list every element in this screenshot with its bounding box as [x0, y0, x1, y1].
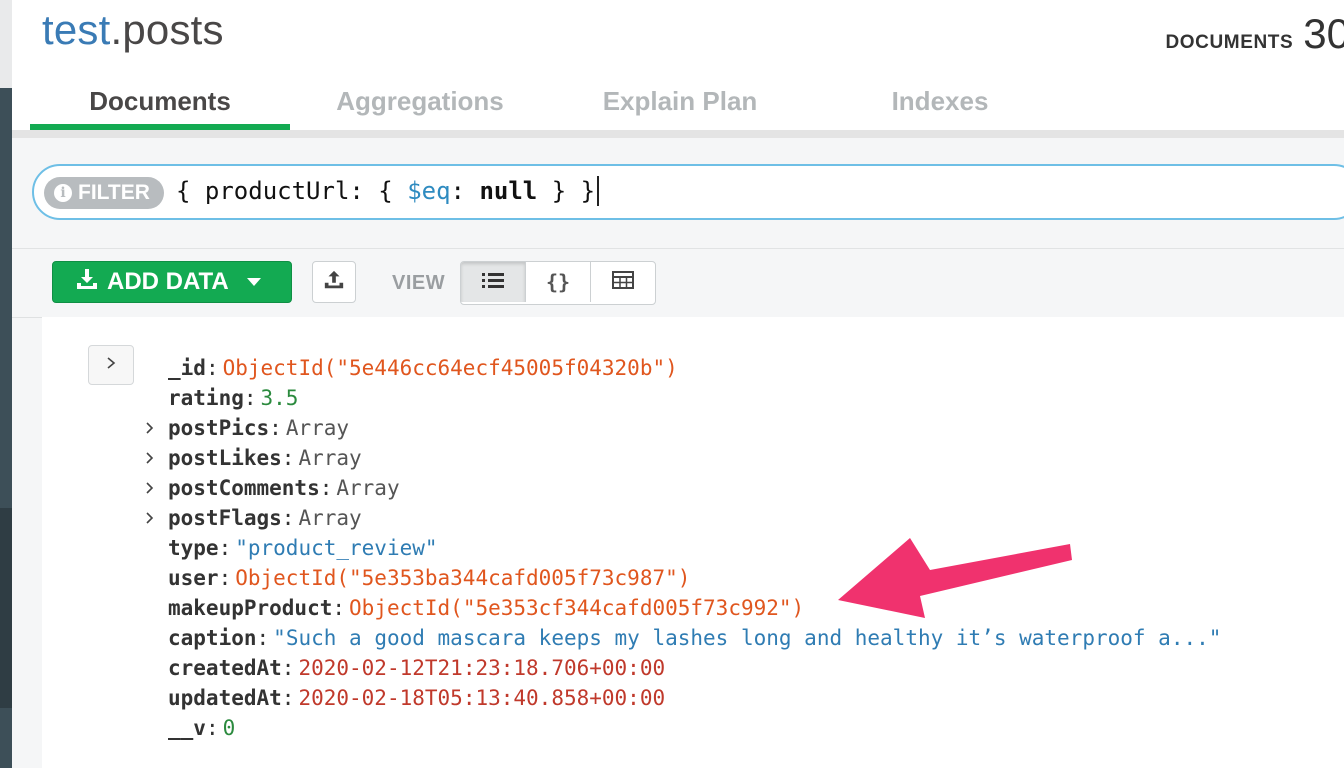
- field-value: ObjectId("5e353ba344cafd005f73c987"): [235, 566, 691, 590]
- download-icon: [75, 267, 99, 298]
- info-icon: i: [54, 184, 72, 202]
- tabs-divider: [12, 130, 1344, 138]
- sidebar-segment: [0, 508, 12, 708]
- list-icon: [481, 270, 505, 295]
- field-separator: :: [218, 536, 232, 560]
- sidebar-segment: [0, 708, 12, 768]
- field-separator: :: [218, 566, 232, 590]
- filter-query-colon: :: [450, 177, 480, 205]
- field-value: Array: [336, 476, 400, 500]
- table-icon: [612, 270, 634, 294]
- field-value: 2020-02-18T05:13:40.858+00:00: [298, 686, 666, 710]
- document-count: DOCUMENTS 30: [1165, 10, 1344, 58]
- sidebar-segment: [0, 88, 12, 508]
- upload-icon: [323, 269, 345, 296]
- documents-count-value: 30: [1303, 10, 1344, 57]
- expand-field-chevron-icon[interactable]: [142, 443, 158, 473]
- document-field: updatedAt: 2020-02-18T05:13:40.858+00:00: [168, 683, 1221, 713]
- expand-field-chevron-icon[interactable]: [142, 413, 158, 443]
- field-key: rating: [168, 386, 244, 410]
- filter-query-open: { productUrl: {: [176, 177, 408, 205]
- collection-name: .posts: [110, 6, 224, 53]
- field-value: ObjectId("5e446cc64ecf45005f04320b"): [222, 356, 678, 380]
- document-field: postPics: Array: [146, 413, 1221, 443]
- annotation-arrow-icon: [838, 538, 1072, 618]
- filter-query-value: null: [479, 177, 538, 205]
- add-data-label: ADD DATA: [107, 268, 229, 295]
- field-value: "product_review": [235, 536, 438, 560]
- field-key: makeupProduct: [168, 596, 333, 620]
- filter-input[interactable]: i FILTER { productUrl: { $eq: null } }: [32, 164, 1344, 220]
- field-value: Array: [285, 416, 350, 440]
- list-view-button[interactable]: [461, 262, 526, 302]
- field-key: createdAt: [168, 656, 282, 680]
- document-field: postLikes: Array: [146, 443, 1221, 473]
- expand-field-chevron-icon[interactable]: [142, 473, 158, 503]
- document-field: rating: 3.5: [168, 383, 1221, 413]
- chevron-right-icon: [105, 356, 117, 375]
- json-icon: {}: [545, 270, 571, 294]
- filter-query-close: } }: [537, 177, 596, 205]
- left-sidebar-strip: [0, 0, 12, 768]
- table-view-button[interactable]: [591, 262, 655, 302]
- field-separator: :: [269, 416, 282, 440]
- field-separator: :: [281, 506, 295, 530]
- expand-field-chevron-icon[interactable]: [142, 503, 158, 533]
- database-name[interactable]: test: [42, 6, 111, 53]
- document-field: __v: 0: [168, 713, 1221, 743]
- field-separator: :: [243, 386, 257, 410]
- view-label: VIEW: [392, 272, 446, 294]
- document-field: _id: ObjectId("5e446cc64ecf45005f04320b"): [168, 353, 1221, 383]
- field-separator: :: [281, 446, 295, 470]
- field-key: __v: [168, 716, 206, 740]
- filter-query-text[interactable]: { productUrl: { $eq: null } }: [176, 176, 600, 206]
- view-mode-toggle: {}: [460, 261, 656, 305]
- documents-toolbar: ADD DATA VIEW {}: [12, 248, 1344, 318]
- field-separator: :: [256, 626, 270, 650]
- field-value: Array: [298, 446, 362, 470]
- field-key: postLikes: [168, 446, 282, 470]
- chevron-down-icon: [246, 278, 261, 286]
- field-key: updatedAt: [168, 686, 282, 710]
- filter-badge-label: FILTER: [78, 181, 150, 204]
- document-list: _id: ObjectId("5e446cc64ecf45005f04320b")…: [42, 317, 1344, 768]
- expand-document-button[interactable]: [88, 345, 134, 385]
- field-key: type: [168, 536, 219, 560]
- field-value: 0: [222, 716, 236, 740]
- filter-badge[interactable]: i FILTER: [44, 177, 164, 209]
- field-key: _id: [168, 356, 206, 380]
- field-separator: :: [319, 476, 333, 500]
- export-button[interactable]: [312, 261, 356, 303]
- field-key: caption: [168, 626, 257, 650]
- json-view-button[interactable]: {}: [526, 262, 591, 302]
- field-value: 3.5: [260, 386, 299, 410]
- field-value: ObjectId("5e353cf344cafd005f73c992"): [349, 596, 805, 620]
- field-value: 2020-02-12T21:23:18.706+00:00: [298, 656, 666, 680]
- field-key: postComments: [168, 476, 320, 500]
- field-key: postPics: [168, 416, 270, 440]
- documents-count-label: DOCUMENTS: [1165, 32, 1294, 53]
- field-separator: :: [205, 716, 219, 740]
- field-separator: :: [281, 656, 295, 680]
- namespace-title: test.posts: [42, 6, 224, 54]
- document-field: postFlags: Array: [146, 503, 1221, 533]
- field-value: Array: [298, 506, 362, 530]
- field-key: postFlags: [168, 506, 282, 530]
- query-bar: i FILTER { productUrl: { $eq: null } }: [12, 138, 1344, 248]
- field-separator: :: [332, 596, 346, 620]
- field-separator: :: [281, 686, 295, 710]
- filter-query-operator: $eq: [407, 177, 451, 205]
- document-field: postComments: Array: [146, 473, 1221, 503]
- document-field: createdAt: 2020-02-12T21:23:18.706+00:00: [168, 653, 1221, 683]
- field-key: user: [168, 566, 219, 590]
- field-separator: :: [205, 356, 219, 380]
- text-cursor: [597, 176, 600, 206]
- add-data-button[interactable]: ADD DATA: [52, 261, 292, 303]
